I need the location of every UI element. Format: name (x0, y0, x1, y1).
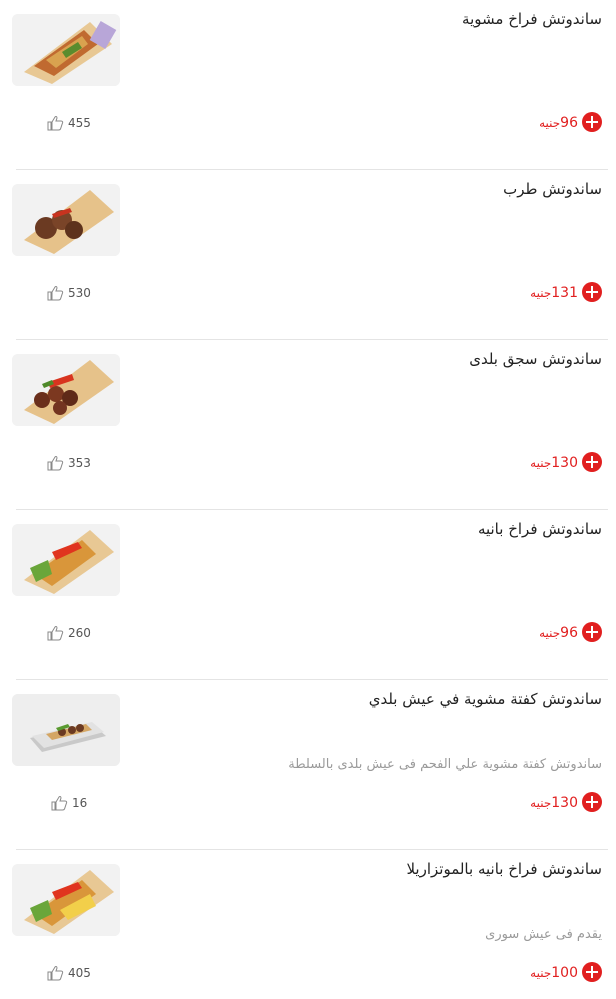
item-title: ساندوتش كفتة مشوية في عيش بلدي (368, 690, 602, 708)
item-image[interactable] (12, 184, 120, 256)
price-currency: جنيه (530, 796, 552, 810)
item-image[interactable] (12, 524, 120, 596)
item-title: ساندوتش طرب (503, 180, 602, 198)
add-to-cart-button[interactable] (582, 622, 602, 642)
menu-item[interactable]: ساندوتش سجق بلدى 130جنيه 353 (0, 340, 616, 510)
item-title: ساندوتش فراخ بانيه (477, 520, 602, 538)
item-price: 96جنيه (539, 113, 578, 132)
like-counter[interactable]: 260 (46, 625, 91, 641)
add-to-cart-button[interactable] (582, 452, 602, 472)
item-description: ساندوتش كفتة مشوية علي الفحم فى عيش بلدى… (288, 757, 602, 772)
price-currency: جنيه (530, 286, 552, 300)
item-price: 130جنيه (530, 793, 578, 812)
item-image[interactable] (12, 864, 120, 936)
price-currency: جنيه (530, 966, 552, 980)
thumbs-up-icon[interactable] (46, 115, 66, 131)
item-price: 130جنيه (530, 453, 578, 472)
item-price: 96جنيه (539, 623, 578, 642)
item-title: ساندوتش سجق بلدى (469, 350, 602, 368)
menu-item[interactable]: ساندوتش كفتة مشوية في عيش بلدي ساندوتش ك… (0, 680, 616, 850)
like-counter[interactable]: 455 (46, 115, 91, 131)
price-amount: 96 (560, 115, 578, 131)
like-counter[interactable]: 16 (50, 795, 87, 811)
price-amount: 130 (551, 455, 578, 471)
thumbs-up-icon[interactable] (46, 285, 66, 301)
item-price: 131جنيه (530, 283, 578, 302)
add-to-cart-button[interactable] (582, 112, 602, 132)
like-counter[interactable]: 405 (46, 965, 91, 981)
price-amount: 130 (551, 795, 578, 811)
like-counter[interactable]: 353 (46, 455, 91, 471)
price-amount: 131 (551, 285, 578, 301)
menu-item[interactable]: ساندوتش طرب 131جنيه 530 (0, 170, 616, 340)
menu-item[interactable]: ساندوتش فراخ بانيه 96جنيه 260 (0, 510, 616, 680)
thumbs-up-icon[interactable] (50, 795, 70, 811)
menu-item[interactable]: ساندوتش فراخ مشوية 96جنيه 455 (0, 0, 616, 170)
like-count: 405 (68, 966, 91, 980)
like-count: 530 (68, 286, 91, 300)
price-amount: 96 (560, 625, 578, 641)
menu-item[interactable]: ساندوتش فراخ بانيه بالموتزاريلا يقدم فى … (0, 850, 616, 999)
like-count: 353 (68, 456, 91, 470)
thumbs-up-icon[interactable] (46, 455, 66, 471)
add-to-cart-button[interactable] (582, 282, 602, 302)
item-price: 100جنيه (530, 963, 578, 982)
item-image[interactable] (12, 694, 120, 766)
price-amount: 100 (551, 965, 578, 981)
item-title: ساندوتش فراخ مشوية (462, 10, 602, 28)
like-count: 16 (72, 796, 88, 810)
price-currency: جنيه (539, 116, 561, 130)
price-currency: جنيه (539, 626, 561, 640)
thumbs-up-icon[interactable] (46, 965, 66, 981)
item-image[interactable] (12, 354, 120, 426)
price-currency: جنيه (530, 456, 552, 470)
add-to-cart-button[interactable] (582, 792, 602, 812)
add-to-cart-button[interactable] (582, 962, 602, 982)
like-count: 455 (68, 116, 91, 130)
item-image[interactable] (12, 14, 120, 86)
item-description: يقدم فى عيش سورى (485, 927, 602, 942)
thumbs-up-icon[interactable] (46, 625, 66, 641)
like-counter[interactable]: 530 (46, 285, 91, 301)
like-count: 260 (68, 626, 91, 640)
item-title: ساندوتش فراخ بانيه بالموتزاريلا (406, 860, 602, 878)
